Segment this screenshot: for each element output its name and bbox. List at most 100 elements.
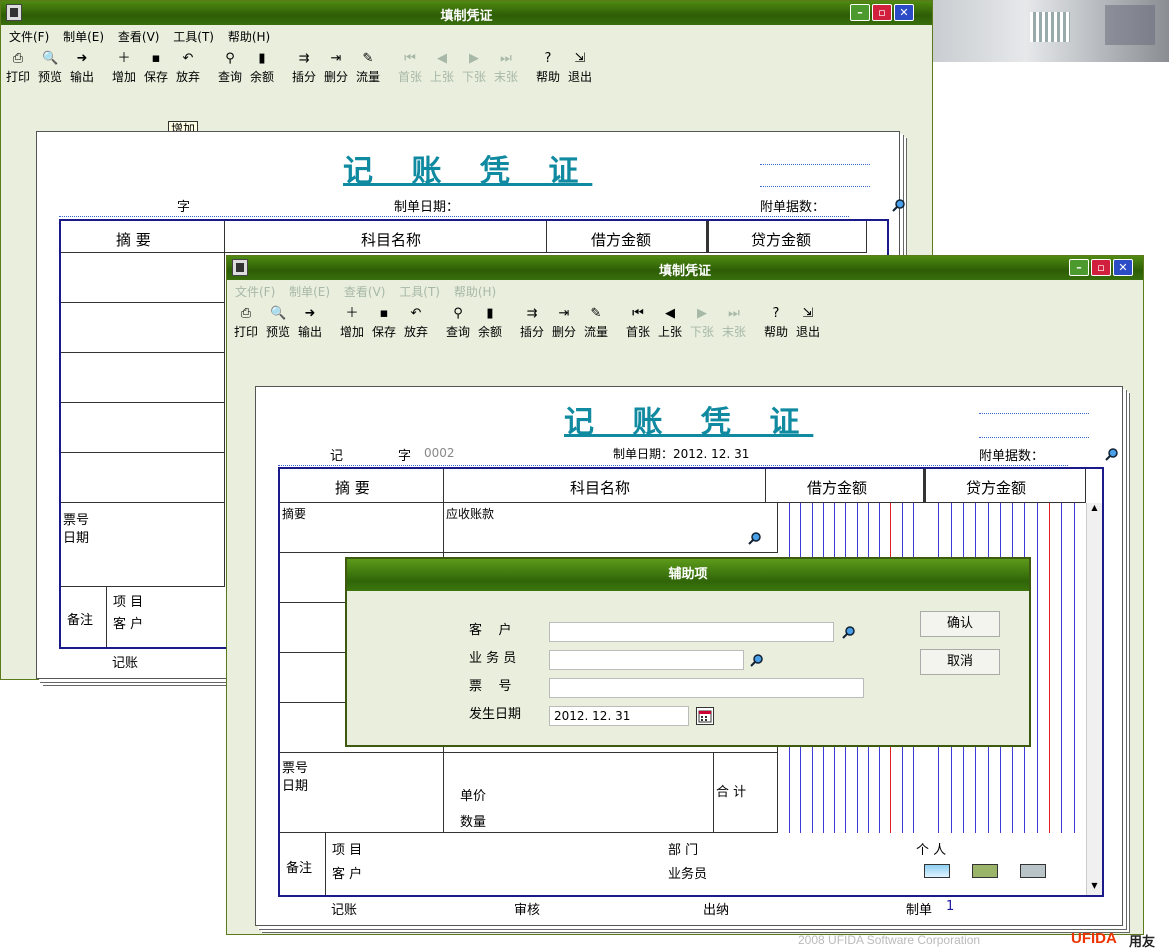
- export-button[interactable]: ➜ 输出: [295, 306, 325, 340]
- preview-button[interactable]: 🔍 预览: [263, 306, 293, 340]
- add-button[interactable]: ＋ 增加: [109, 51, 139, 85]
- balance-icon: ▮: [486, 306, 494, 321]
- balance-button[interactable]: ▮ 余额: [475, 306, 505, 340]
- toolbar-label: 增加: [339, 325, 364, 339]
- search-icon[interactable]: [842, 625, 856, 639]
- save-icon: ▪: [151, 51, 161, 66]
- voucher-number[interactable]: 0002: [424, 446, 455, 460]
- delete-row-icon: ⇥: [558, 306, 570, 321]
- save-button[interactable]: ▪ 保存: [369, 306, 399, 340]
- toolbar-label: 预览: [37, 70, 62, 84]
- menu-help[interactable]: 帮助(H): [454, 283, 496, 300]
- maximize-button[interactable]: ▫: [1091, 259, 1111, 276]
- first-button[interactable]: ⏮ 首张: [395, 51, 425, 85]
- print-button[interactable]: ⎙ 打印: [3, 51, 33, 85]
- cashflow-button[interactable]: ✎ 流量: [581, 306, 611, 340]
- menu-file[interactable]: 文件(F): [9, 28, 49, 45]
- toolbar-label: 退出: [795, 325, 820, 339]
- insert-row-icon: ⇉: [298, 51, 310, 66]
- prev-button[interactable]: ◀ 上张: [655, 306, 685, 340]
- menu-tools[interactable]: 工具(T): [399, 283, 440, 300]
- preview-button[interactable]: 🔍 预览: [35, 51, 65, 85]
- menu-voucher[interactable]: 制单(E): [63, 28, 104, 45]
- search-icon[interactable]: [748, 531, 762, 545]
- exit-button[interactable]: ⇲ 退出: [793, 306, 823, 340]
- last-button[interactable]: ⏭ 末张: [719, 306, 749, 340]
- toolbar-label: 输出: [297, 325, 322, 339]
- salesman-input[interactable]: [549, 650, 744, 670]
- last-icon: ⏭: [728, 306, 740, 321]
- card-icon[interactable]: [972, 864, 998, 878]
- row1-summary[interactable]: 摘要: [282, 505, 306, 522]
- insert-row-button[interactable]: ⇉ 插分: [289, 51, 319, 85]
- toolbar-label: 首张: [625, 325, 650, 339]
- balance-button[interactable]: ▮ 余额: [247, 51, 277, 85]
- export-button[interactable]: ➜ 输出: [67, 51, 97, 85]
- add-button[interactable]: ＋ 增加: [337, 306, 367, 340]
- image-icon[interactable]: [924, 864, 950, 878]
- title-bar[interactable]: 填制凭证 – ▫ ✕: [227, 256, 1143, 280]
- delete-row-button[interactable]: ⇥ 删分: [549, 306, 579, 340]
- col-summary: 摘 要: [116, 231, 151, 249]
- toolbar-label: 删分: [323, 70, 348, 84]
- search-icon[interactable]: [1105, 447, 1119, 461]
- next-button[interactable]: ▶ 下张: [459, 51, 489, 85]
- cashflow-button[interactable]: ✎ 流量: [353, 51, 383, 85]
- project-label: 项 目: [113, 595, 144, 610]
- query-button[interactable]: ⚲ 查询: [215, 51, 245, 85]
- search-icon[interactable]: [750, 653, 764, 667]
- minimize-button[interactable]: –: [850, 4, 870, 21]
- cancel-button[interactable]: 取消: [920, 649, 1000, 675]
- toolbar-label: 插分: [519, 325, 544, 339]
- discard-button[interactable]: ↶ 放弃: [173, 51, 203, 85]
- word-type[interactable]: 记: [330, 445, 343, 464]
- save-icon: ▪: [379, 306, 389, 321]
- title-bar[interactable]: 填制凭证 – ▫ ✕: [1, 1, 932, 25]
- occur-date-input[interactable]: 2012. 12. 31: [549, 706, 689, 726]
- toolbar-label: 打印: [233, 325, 258, 339]
- menu-view[interactable]: 查看(V): [118, 28, 160, 45]
- query-button[interactable]: ⚲ 查询: [443, 306, 473, 340]
- menu-help[interactable]: 帮助(H): [228, 28, 270, 45]
- prev-button[interactable]: ◀ 上张: [427, 51, 457, 85]
- exit-button[interactable]: ⇲ 退出: [565, 51, 595, 85]
- discard-button[interactable]: ↶ 放弃: [401, 306, 431, 340]
- maximize-button[interactable]: ▫: [872, 4, 892, 21]
- last-button[interactable]: ⏭ 末张: [491, 51, 521, 85]
- scrollbar[interactable]: ▲ ▼: [1086, 503, 1102, 895]
- ok-button[interactable]: 确认: [920, 611, 1000, 637]
- minimize-button[interactable]: –: [1069, 259, 1089, 276]
- date-label[interactable]: 制单日期：2012. 12. 31: [613, 445, 749, 462]
- menu-view[interactable]: 查看(V): [344, 283, 386, 300]
- row1-subject[interactable]: 应收账款: [446, 505, 494, 522]
- first-button[interactable]: ⏮ 首张: [623, 306, 653, 340]
- toolbar-label: 流量: [583, 325, 608, 339]
- col-debit: 借方金额: [591, 231, 652, 249]
- ticket-input[interactable]: [549, 678, 864, 698]
- menu-file[interactable]: 文件(F): [235, 283, 275, 300]
- delete-row-button[interactable]: ⇥ 删分: [321, 51, 351, 85]
- export-icon: ➜: [76, 51, 88, 66]
- calendar-icon[interactable]: [696, 707, 714, 725]
- close-button[interactable]: ✕: [1113, 259, 1133, 276]
- close-button[interactable]: ✕: [894, 4, 914, 21]
- exit-icon: ⇲: [802, 306, 814, 321]
- toolbar-label: 预览: [265, 325, 290, 339]
- toolbar-label: 放弃: [175, 70, 200, 84]
- word-label: 字: [398, 449, 412, 464]
- next-button[interactable]: ▶ 下张: [687, 306, 717, 340]
- help-icon: ?: [544, 51, 552, 66]
- menu-voucher[interactable]: 制单(E): [289, 283, 330, 300]
- customer-input[interactable]: [549, 622, 834, 642]
- save-button[interactable]: ▪ 保存: [141, 51, 171, 85]
- picture-icon[interactable]: [1020, 864, 1046, 878]
- search-icon[interactable]: [892, 198, 906, 212]
- menu-tools[interactable]: 工具(T): [173, 28, 214, 45]
- help-button[interactable]: ? 帮助: [761, 306, 791, 340]
- toolbar-label: 退出: [567, 70, 592, 84]
- help-button[interactable]: ? 帮助: [533, 51, 563, 85]
- toolbar-label: 首张: [397, 70, 422, 84]
- print-button[interactable]: ⎙ 打印: [231, 306, 261, 340]
- voucher-title: 记 账 凭 证: [564, 405, 814, 440]
- insert-row-button[interactable]: ⇉ 插分: [517, 306, 547, 340]
